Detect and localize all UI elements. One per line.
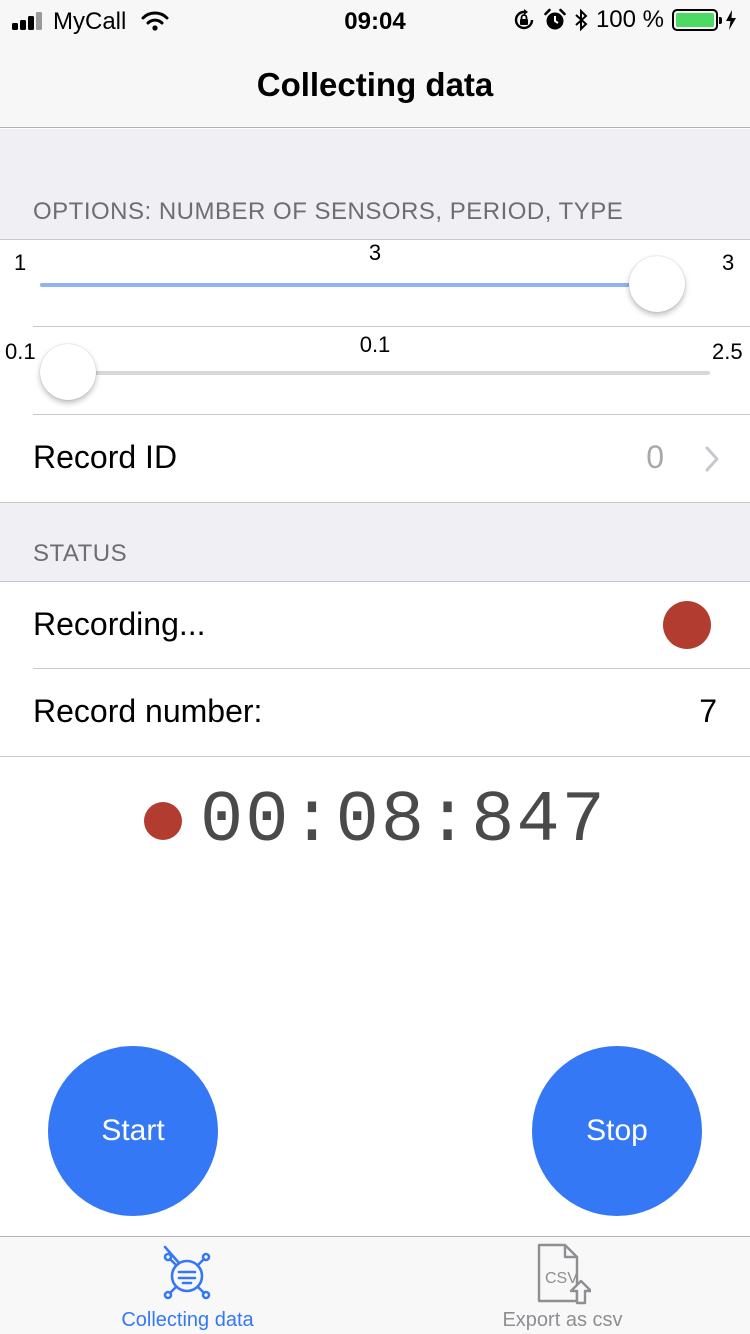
- page-title: Collecting data: [256, 66, 494, 103]
- sensors-slider-thumb[interactable]: [629, 256, 685, 312]
- recording-label: Recording...: [33, 606, 206, 642]
- battery-level-fill: [676, 13, 714, 27]
- period-slider-thumb[interactable]: [40, 344, 96, 400]
- record-number-row: Record number: 7: [0, 669, 750, 756]
- start-button[interactable]: Start: [48, 1046, 218, 1216]
- record-id-value: 0: [646, 439, 664, 475]
- chevron-right-icon: [705, 446, 719, 472]
- period-slider-track[interactable]: [66, 371, 710, 375]
- period-slider-max-label: 2.5: [712, 339, 743, 364]
- sensors-slider-track[interactable]: [40, 283, 683, 287]
- svg-text:CSV: CSV: [545, 1270, 578, 1287]
- record-number-value: 7: [699, 693, 717, 729]
- alarm-icon: [544, 8, 566, 30]
- sensors-slider-fill: [40, 283, 683, 287]
- battery-icon: [672, 9, 722, 31]
- status-right-group: 100 %: [512, 6, 736, 33]
- timer-recording-dot-icon: [144, 802, 182, 840]
- bluetooth-icon: [575, 8, 588, 32]
- record-id-label: Record ID: [33, 439, 178, 475]
- tab-collecting-data-label: Collecting data: [121, 1309, 254, 1331]
- tab-export-csv[interactable]: CSV Export as csv: [375, 1237, 750, 1334]
- record-id-row[interactable]: Record ID 0: [0, 415, 750, 502]
- orientation-lock-icon: [514, 9, 534, 30]
- tab-bar: Collecting data CSV Export as csv: [0, 1236, 750, 1334]
- sensors-slider-max-label: 3: [722, 250, 735, 275]
- charging-bolt-icon: [726, 10, 736, 30]
- options-section-header: OPTIONS: NUMBER OF SENSORS, PERIOD, TYPE: [33, 198, 624, 225]
- tab-collecting-data[interactable]: Collecting data: [0, 1237, 375, 1334]
- csv-export-icon: CSV: [537, 1243, 591, 1305]
- stop-button[interactable]: Stop: [532, 1046, 702, 1216]
- period-slider-value-label: 0.1: [359, 332, 391, 357]
- sensor-icon: [163, 1245, 211, 1300]
- elapsed-timer: 00:08:847: [200, 780, 607, 862]
- navigation-bar: Collecting data: [0, 40, 750, 128]
- status-section-header: STATUS: [33, 540, 128, 567]
- record-number-label: Record number:: [33, 693, 263, 729]
- status-bar: MyCall 09:04 100 %: [0, 0, 750, 40]
- recording-row: Recording...: [0, 582, 750, 668]
- recording-indicator-icon: [663, 601, 711, 649]
- battery-percent: 100 %: [595, 6, 664, 33]
- tab-export-csv-label: Export as csv: [502, 1309, 623, 1331]
